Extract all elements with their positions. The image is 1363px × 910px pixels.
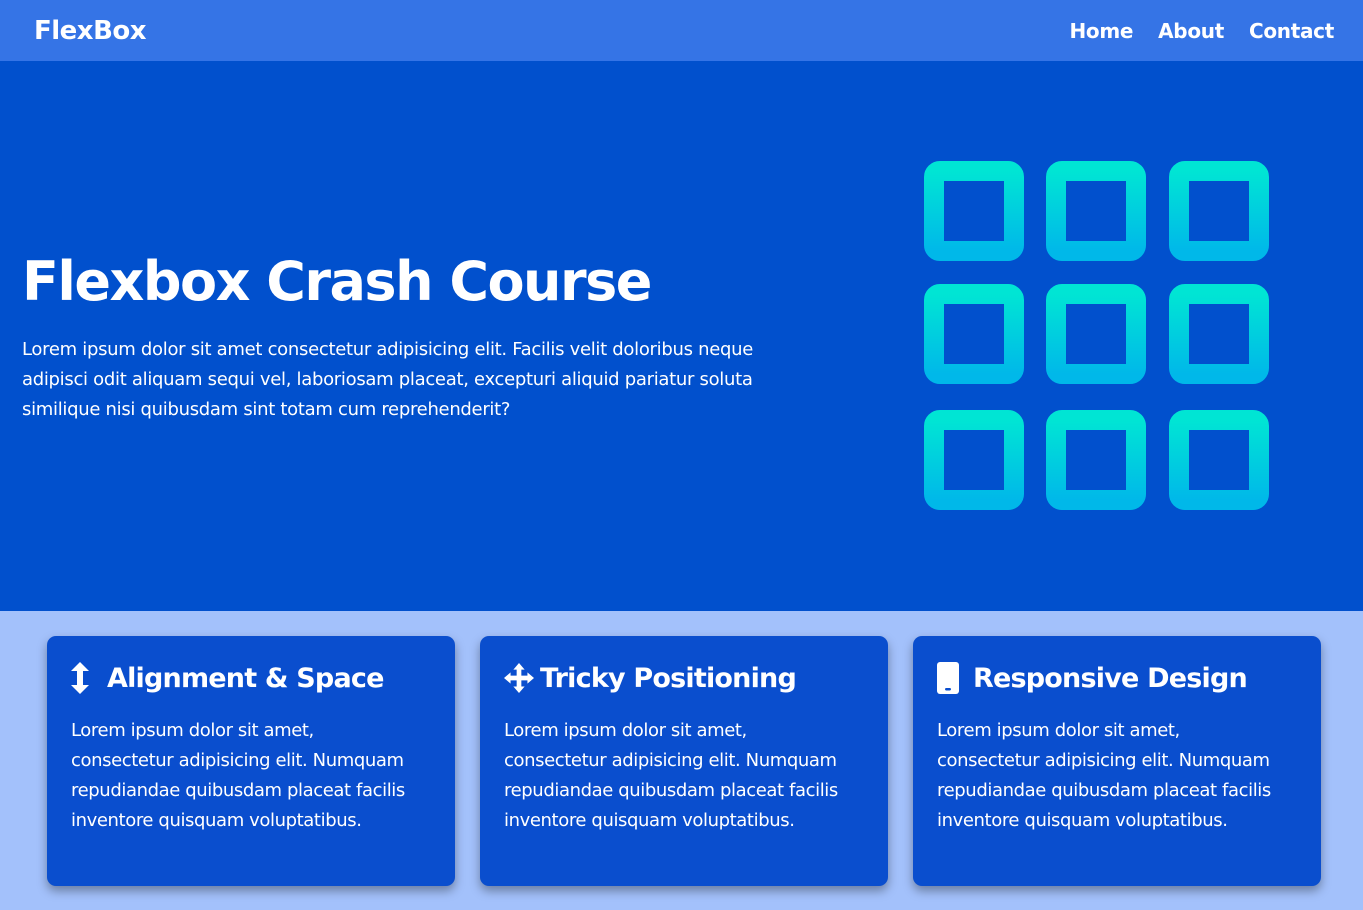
showcase-title: Flexbox Crash Course bbox=[22, 250, 652, 313]
logo[interactable]: FlexBox bbox=[34, 16, 147, 46]
grid-cell bbox=[924, 284, 1024, 384]
grid-cell bbox=[1046, 161, 1146, 261]
grid-cell bbox=[1169, 410, 1269, 510]
card-header: Responsive Design bbox=[937, 658, 1297, 698]
showcase: Flexbox Crash Course Lorem ipsum dolor s… bbox=[0, 61, 1363, 611]
nav-link-contact[interactable]: Contact bbox=[1249, 19, 1334, 43]
nav-link-about[interactable]: About bbox=[1158, 19, 1224, 43]
arrows-vertical-icon bbox=[71, 661, 101, 695]
grid-cell bbox=[924, 410, 1024, 510]
nav-item-home: Home bbox=[1069, 19, 1133, 43]
showcase-description: Lorem ipsum dolor sit amet consectetur a… bbox=[22, 339, 753, 420]
arrows-move-icon bbox=[504, 661, 534, 695]
card-title: Tricky Positioning bbox=[540, 662, 797, 694]
showcase-text: Flexbox Crash Course Lorem ipsum dolor s… bbox=[22, 247, 812, 425]
card-header: Tricky Positioning bbox=[504, 658, 864, 698]
card-body: Lorem ipsum dolor sit amet, consectetur … bbox=[937, 720, 1271, 831]
card-header: Alignment & Space bbox=[71, 658, 431, 698]
grid-cell bbox=[924, 161, 1024, 261]
feature-card-alignment: Alignment & Space Lorem ipsum dolor sit … bbox=[47, 636, 455, 886]
card-body: Lorem ipsum dolor sit amet, consectetur … bbox=[504, 720, 838, 831]
navbar: FlexBox Home About Contact bbox=[0, 0, 1363, 61]
nav-item-contact: Contact bbox=[1249, 19, 1334, 43]
grid-3x3-svg bbox=[924, 161, 1269, 510]
feature-card-positioning: Tricky Positioning Lorem ipsum dolor sit… bbox=[480, 636, 888, 886]
features-section: Alignment & Space Lorem ipsum dolor sit … bbox=[0, 611, 1363, 910]
nav-links: Home About Contact bbox=[1069, 19, 1334, 43]
grid-cell bbox=[1046, 284, 1146, 384]
grid-cell bbox=[1169, 284, 1269, 384]
grid-cell bbox=[1046, 410, 1146, 510]
card-title: Responsive Design bbox=[973, 662, 1248, 694]
nav-link-home[interactable]: Home bbox=[1069, 19, 1133, 43]
grid-3x3-icon bbox=[923, 160, 1270, 511]
card-body: Lorem ipsum dolor sit amet, consectetur … bbox=[71, 720, 405, 831]
grid-cell bbox=[1169, 161, 1269, 261]
feature-card-responsive: Responsive Design Lorem ipsum dolor sit … bbox=[913, 636, 1321, 886]
nav-item-about: About bbox=[1158, 19, 1224, 43]
card-title: Alignment & Space bbox=[107, 662, 384, 694]
mobile-phone-icon bbox=[937, 661, 967, 695]
